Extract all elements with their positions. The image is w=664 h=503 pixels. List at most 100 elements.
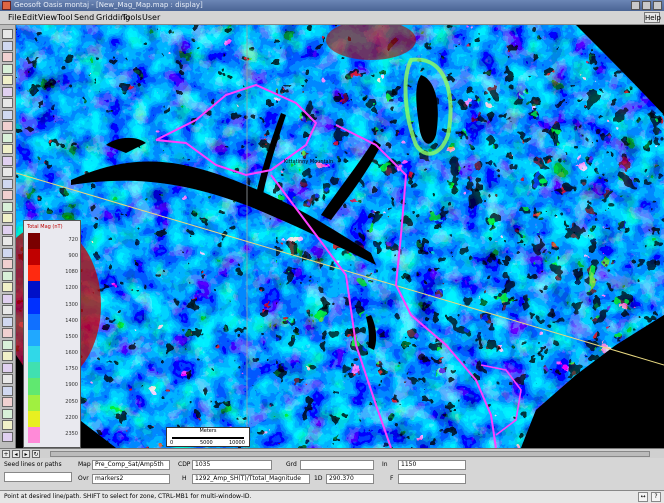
maximize-button[interactable] <box>642 1 651 10</box>
tool-button-icon[interactable] <box>2 408 13 419</box>
tool-button-icon[interactable] <box>2 201 13 212</box>
f-label: F <box>390 475 394 482</box>
status-toggle-icon[interactable]: ↔ <box>638 492 648 502</box>
tool-button-icon[interactable] <box>2 316 13 327</box>
menu-tool[interactable]: Tool <box>57 13 73 23</box>
status-bar: Point at desired line/path. SHIFT to sel… <box>0 490 664 503</box>
legend-label: 2350 <box>65 430 78 437</box>
refresh-icon[interactable]: ↻ <box>32 450 40 458</box>
line-field[interactable] <box>4 472 72 482</box>
h-label: H <box>182 475 187 482</box>
legend-swatch <box>28 362 40 379</box>
help-button[interactable]: Help <box>644 12 661 23</box>
tool-button-icon[interactable] <box>2 86 13 97</box>
navigation-strip: + ◂ ▸ ↻ <box>0 448 664 458</box>
legend-swatch <box>28 410 40 428</box>
tool-button-icon[interactable] <box>2 305 13 315</box>
info-panel: Seed lines or paths Map Pre_Comp_Sat/Amp… <box>0 458 664 490</box>
status-help-icon[interactable]: ? <box>651 492 661 502</box>
color-legend[interactable]: Total Mag (nT) 720 900 1080 1200 1300 1400 150… <box>23 220 81 448</box>
menu-file[interactable]: File <box>8 13 21 23</box>
tool-button-icon[interactable] <box>2 63 13 74</box>
tool-button-icon[interactable] <box>2 132 13 143</box>
line-label: Seed lines or paths <box>4 461 62 468</box>
legend-label: 720 <box>68 237 78 243</box>
title-bar: Geosoft Oasis montaj - [New_Mag_Map.map … <box>0 0 664 11</box>
legend-label: 1750 <box>65 366 78 373</box>
legend-swatch <box>28 265 40 282</box>
grd-field[interactable] <box>300 460 374 470</box>
scale-line <box>172 437 244 439</box>
tool-button-icon[interactable] <box>2 109 13 120</box>
tool-button-icon[interactable] <box>2 351 13 361</box>
tool-button-icon[interactable] <box>2 155 13 166</box>
tool-button-icon[interactable] <box>2 213 13 223</box>
tool-button-icon[interactable] <box>2 190 13 200</box>
horizontal-scrollbar[interactable] <box>50 451 650 457</box>
f-field[interactable] <box>398 474 466 484</box>
tool-button-icon[interactable] <box>2 40 13 51</box>
scale-bar[interactable]: Meters 0 5000 10000 <box>166 427 250 447</box>
cdp-label: CDP <box>178 461 191 468</box>
legend-swatch <box>28 249 40 266</box>
tool-button-icon[interactable] <box>2 224 13 235</box>
tool-button-icon[interactable] <box>2 431 13 442</box>
tool-button-icon[interactable] <box>2 328 13 338</box>
ovr-field[interactable]: markers2 <box>92 474 170 484</box>
legend-title: Total Mag (nT) <box>27 224 63 230</box>
legend-swatch <box>28 313 40 331</box>
tool-button-icon[interactable] <box>2 339 13 350</box>
app-window: Geosoft Oasis montaj - [New_Mag_Map.map … <box>0 0 664 503</box>
legend-swatch <box>28 297 40 315</box>
tool-button-icon[interactable] <box>2 420 13 430</box>
menu-user[interactable]: User <box>142 13 160 23</box>
tool-button-icon[interactable] <box>2 282 13 292</box>
tool-palette <box>0 25 16 448</box>
tool-button-icon[interactable] <box>2 75 13 85</box>
menu-send[interactable]: Send <box>74 13 94 23</box>
cdp-field[interactable]: 1035 <box>192 460 272 470</box>
close-button[interactable] <box>653 1 662 10</box>
zoom-in-icon[interactable]: + <box>2 450 10 458</box>
tool-button-icon[interactable] <box>2 362 13 373</box>
legend-swatch <box>28 394 40 412</box>
tool-button-icon[interactable] <box>2 52 13 62</box>
tool-button-icon[interactable] <box>2 167 13 177</box>
legend-label: 2050 <box>65 398 78 405</box>
z-field[interactable]: 290.370 <box>326 474 374 484</box>
tool-button-icon[interactable] <box>2 98 13 108</box>
legend-swatch <box>28 378 40 396</box>
tool-button-icon[interactable] <box>2 236 13 246</box>
map-canvas[interactable]: Kittatinny Mountain <box>16 25 664 448</box>
tool-button-icon[interactable] <box>2 397 13 407</box>
tool-button-icon[interactable] <box>2 385 13 396</box>
legend-label: 1900 <box>65 382 78 389</box>
place-label: Kittatinny Mountain <box>284 159 333 165</box>
pan-left-icon[interactable]: ◂ <box>12 450 20 458</box>
menu-view[interactable]: View <box>38 13 57 23</box>
tool-button-icon[interactable] <box>2 144 13 154</box>
minimize-button[interactable] <box>631 1 640 10</box>
map-field[interactable]: Pre_Comp_Sat/Amp5th <box>92 460 170 470</box>
tool-button-icon[interactable] <box>2 293 13 304</box>
legend-swatch <box>28 233 40 250</box>
legend-swatch <box>28 346 40 363</box>
in-field[interactable]: 1150 <box>398 460 466 470</box>
tool-button-icon[interactable] <box>2 259 13 269</box>
pan-right-icon[interactable]: ▸ <box>22 450 30 458</box>
tool-button-icon[interactable] <box>2 29 13 39</box>
legend-color-bar <box>28 233 40 444</box>
map-label: Map <box>78 461 91 468</box>
menu-tools[interactable]: Tools <box>122 13 142 23</box>
legend-label: 2200 <box>65 414 78 421</box>
tool-button-icon[interactable] <box>2 121 13 131</box>
window-title: Geosoft Oasis montaj - [New_Mag_Map.map … <box>14 1 203 9</box>
tool-button-icon[interactable] <box>2 270 13 281</box>
map-view[interactable]: Kittatinny Mountain <box>16 25 664 448</box>
h-field[interactable]: 1292_Amp_SH(T)/Ttotal_Magnitude <box>192 474 310 484</box>
menu-edit[interactable]: Edit <box>22 13 38 23</box>
tool-button-icon[interactable] <box>2 374 13 384</box>
in-label: In <box>382 461 388 468</box>
tool-button-icon[interactable] <box>2 247 13 258</box>
tool-button-icon[interactable] <box>2 178 13 189</box>
